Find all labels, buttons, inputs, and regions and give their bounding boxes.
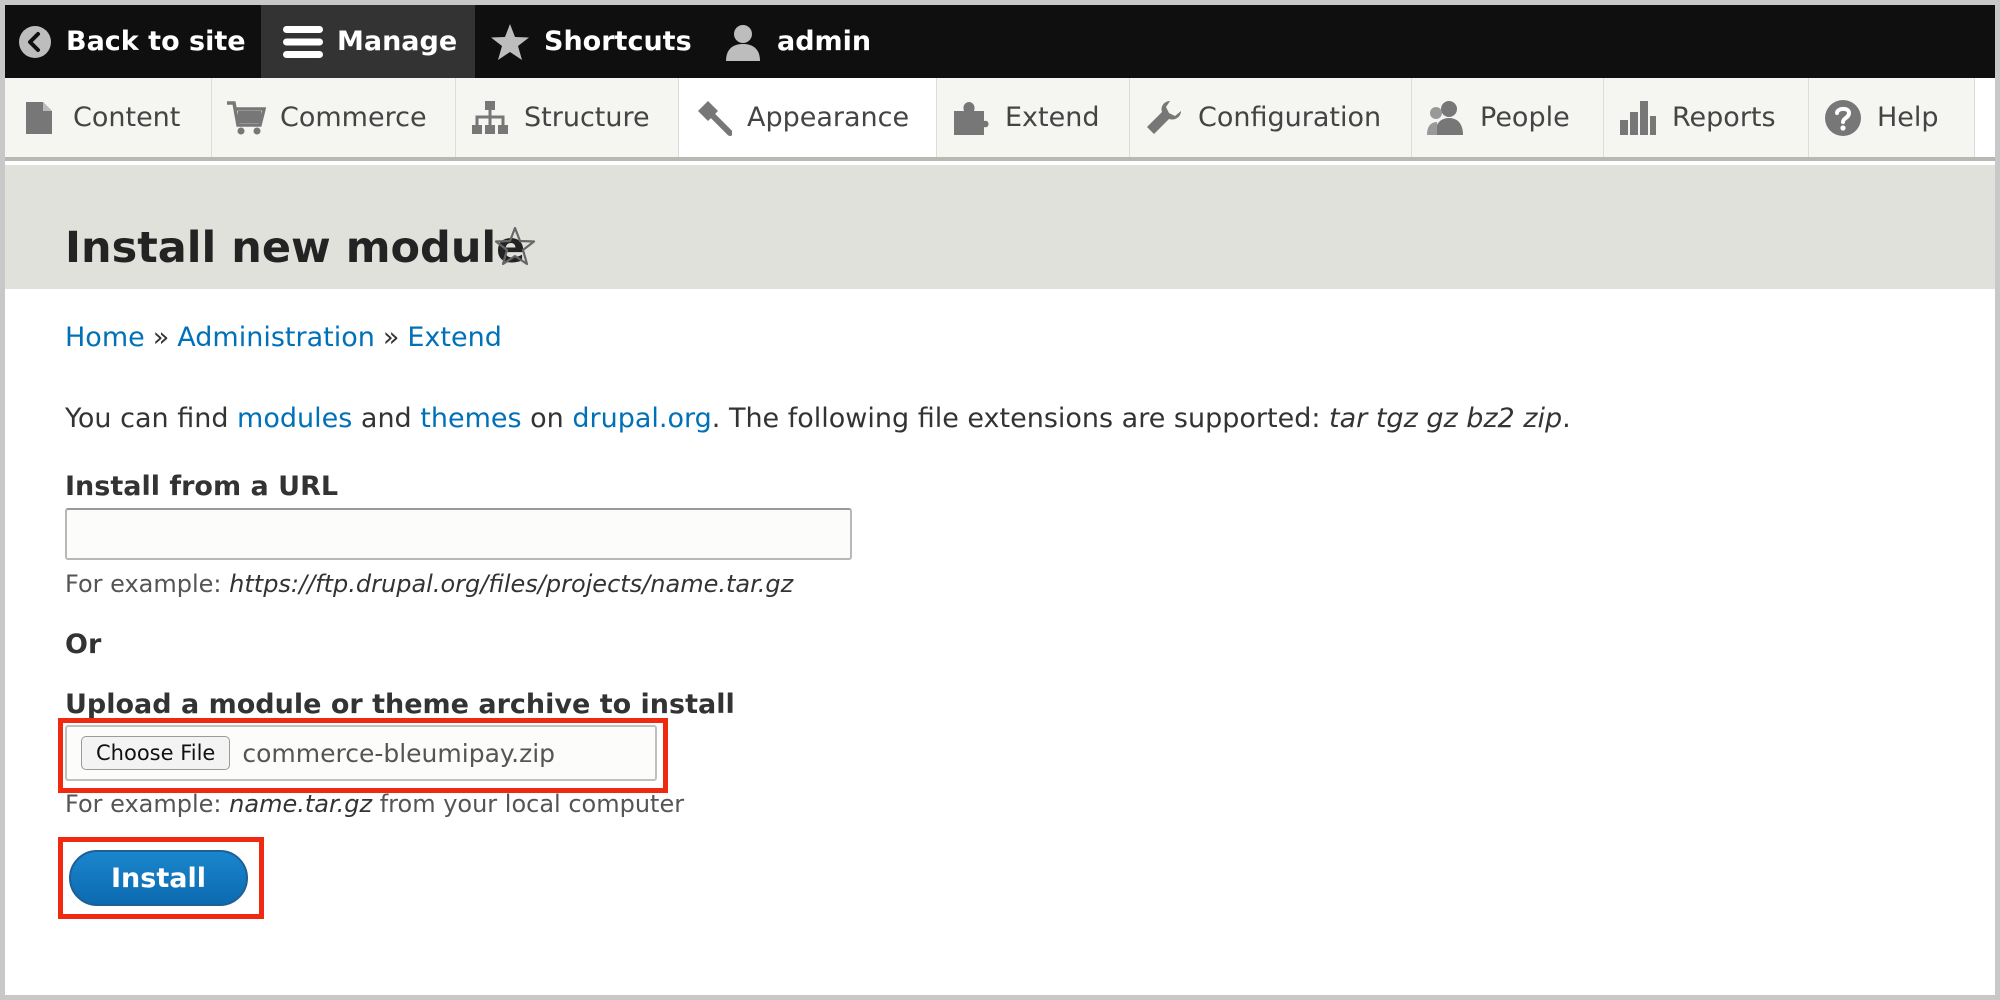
supported-extensions: tar tgz gz bz2 zip (1329, 403, 1563, 434)
extend-puzzle-icon (951, 98, 991, 138)
themes-link[interactable]: themes (420, 403, 521, 434)
tray-item-label: Commerce (280, 102, 427, 133)
tray-item-configuration[interactable]: Configuration (1130, 78, 1412, 157)
user-tab[interactable]: admin (723, 5, 871, 78)
tray-item-people[interactable]: People (1412, 78, 1604, 157)
intro-text: You can find modules and themes on drupa… (65, 403, 1571, 434)
tray-item-label: Help (1877, 102, 1939, 133)
choose-file-button[interactable]: Choose File (81, 736, 231, 770)
manage-label: Manage (337, 26, 458, 57)
tray-item-appearance[interactable]: Appearance (679, 78, 937, 157)
url-hint-example: https://ftp.drupal.org/files/projects/na… (229, 570, 794, 598)
selected-file-name: commerce-bleumipay.zip (242, 738, 556, 768)
tray-item-label: Appearance (747, 102, 910, 133)
structure-icon (470, 98, 510, 138)
upload-hint-example: name.tar.gz (229, 790, 373, 818)
hamburger-menu-icon (283, 24, 323, 60)
intro-suffix: . The following file extensions are supp… (711, 403, 1330, 434)
back-to-site-label: Back to site (66, 26, 246, 57)
page-header: Install new module (5, 165, 1995, 289)
url-field-label: Install from a URL (65, 471, 339, 502)
breadcrumb-extend[interactable]: Extend (407, 322, 502, 353)
tray-item-label: Structure (524, 102, 650, 133)
appearance-brush-icon (693, 98, 733, 138)
manage-tab[interactable]: Manage (261, 5, 475, 78)
tray-item-label: Extend (1005, 102, 1100, 133)
admin-toolbar: Back to site Manage Shortcuts admin (5, 5, 1995, 78)
breadcrumb-separator: » (382, 322, 400, 353)
upload-hint-prefix: For example: (65, 790, 230, 818)
user-icon (723, 23, 763, 61)
shortcuts-tab[interactable]: Shortcuts (490, 5, 692, 78)
install-url-input[interactable] (65, 508, 852, 560)
help-icon (1823, 98, 1863, 138)
url-field-hint: For example: https://ftp.drupal.org/file… (65, 570, 793, 598)
or-label: Or (65, 629, 102, 660)
breadcrumb-separator: » (152, 322, 170, 353)
admin-menu-tray: Content Commerce Structure Appearance Ex… (5, 78, 1995, 161)
back-to-site-link[interactable]: Back to site (18, 5, 246, 78)
intro-on: on (521, 403, 573, 434)
tray-item-help[interactable]: Help (1809, 78, 1975, 157)
tray-item-structure[interactable]: Structure (456, 78, 679, 157)
user-label: admin (777, 26, 872, 57)
tray-item-extend[interactable]: Extend (937, 78, 1130, 157)
tray-item-label: Content (73, 102, 181, 133)
breadcrumb: Home» Administration» Extend (65, 322, 502, 353)
add-shortcut-star-icon[interactable] (494, 225, 536, 271)
tray-item-content[interactable]: Content (5, 78, 212, 157)
intro-and: and (352, 403, 421, 434)
page-title: Install new module (65, 223, 526, 273)
tray-item-label: People (1480, 102, 1570, 133)
star-icon (490, 23, 530, 61)
breadcrumb-administration[interactable]: Administration (177, 322, 375, 353)
chevron-left-circle-icon (18, 25, 52, 59)
url-hint-prefix: For example: (65, 570, 230, 598)
tray-item-label: Reports (1672, 102, 1776, 133)
upload-hint-suffix: from your local computer (372, 790, 685, 818)
file-upload-input[interactable]: Choose File commerce-bleumipay.zip (65, 725, 657, 781)
drupal-org-link[interactable]: drupal.org (572, 403, 711, 434)
reports-bars-icon (1618, 98, 1658, 138)
intro-end: . (1562, 403, 1571, 434)
upload-field-label: Upload a module or theme archive to inst… (65, 689, 735, 720)
shortcuts-label: Shortcuts (544, 26, 692, 57)
modules-link[interactable]: modules (237, 403, 352, 434)
tray-item-commerce[interactable]: Commerce (212, 78, 456, 157)
tray-item-reports[interactable]: Reports (1604, 78, 1809, 157)
install-button[interactable]: Install (69, 850, 248, 906)
tray-item-label: Configuration (1198, 102, 1382, 133)
content-icon (19, 98, 59, 138)
wrench-icon (1144, 98, 1184, 138)
people-icon (1426, 98, 1466, 138)
breadcrumb-home[interactable]: Home (65, 322, 145, 353)
upload-field-hint: For example: name.tar.gz from your local… (65, 790, 684, 818)
intro-prefix: You can find (65, 403, 238, 434)
browser-frame: Back to site Manage Shortcuts admin Cont… (0, 0, 2000, 1000)
commerce-cart-icon (226, 98, 266, 138)
